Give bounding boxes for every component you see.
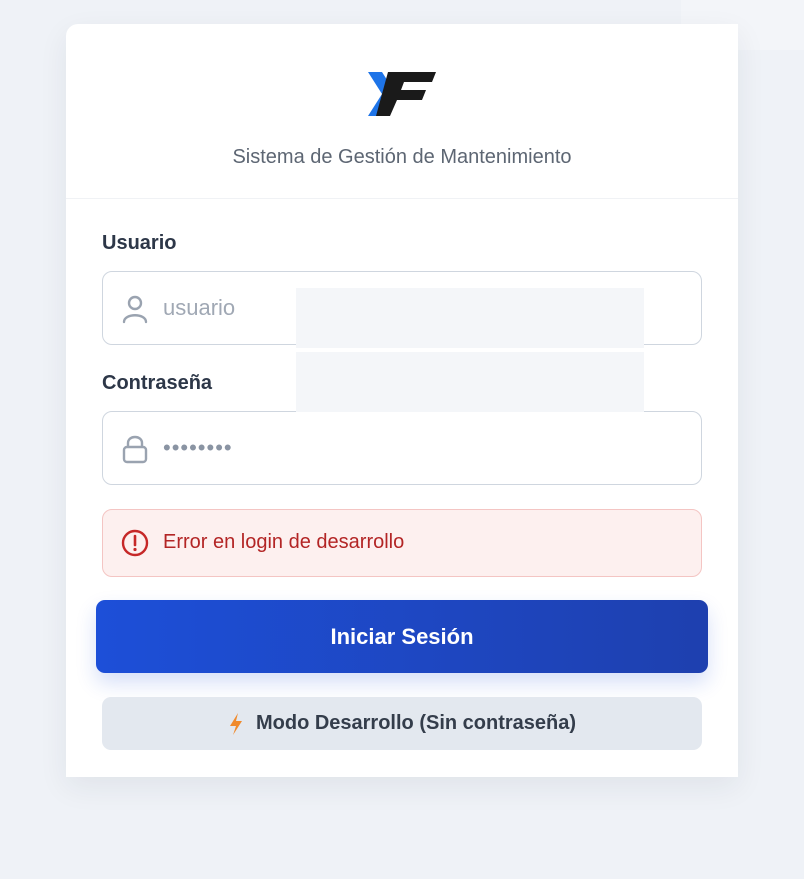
alert-circle-icon (121, 529, 149, 557)
password-field (102, 411, 702, 485)
error-alert: Error en login de desarrollo (102, 509, 702, 577)
card-header: Sistema de Gestión de Mantenimiento (66, 24, 738, 199)
app-subtitle: Sistema de Gestión de Mantenimiento (232, 146, 572, 168)
username-label: Usuario (102, 232, 177, 254)
login-button[interactable]: Iniciar Sesión (96, 600, 708, 673)
user-icon (122, 295, 148, 324)
password-label: Contraseña (102, 372, 213, 394)
app-logo (368, 72, 436, 116)
dev-mode-button[interactable]: Modo Desarrollo (Sin contraseña) (102, 697, 702, 750)
lock-icon (122, 435, 148, 464)
password-input[interactable] (163, 426, 683, 470)
login-card: Sistema de Gestión de Mantenimiento Usua… (66, 24, 738, 777)
redacted-area (296, 288, 644, 348)
error-message: Error en login de desarrollo (163, 531, 405, 553)
redacted-area (296, 352, 644, 412)
dev-mode-label: Modo Desarrollo (Sin contraseña) (255, 712, 577, 735)
lightning-bolt-icon (229, 712, 242, 735)
